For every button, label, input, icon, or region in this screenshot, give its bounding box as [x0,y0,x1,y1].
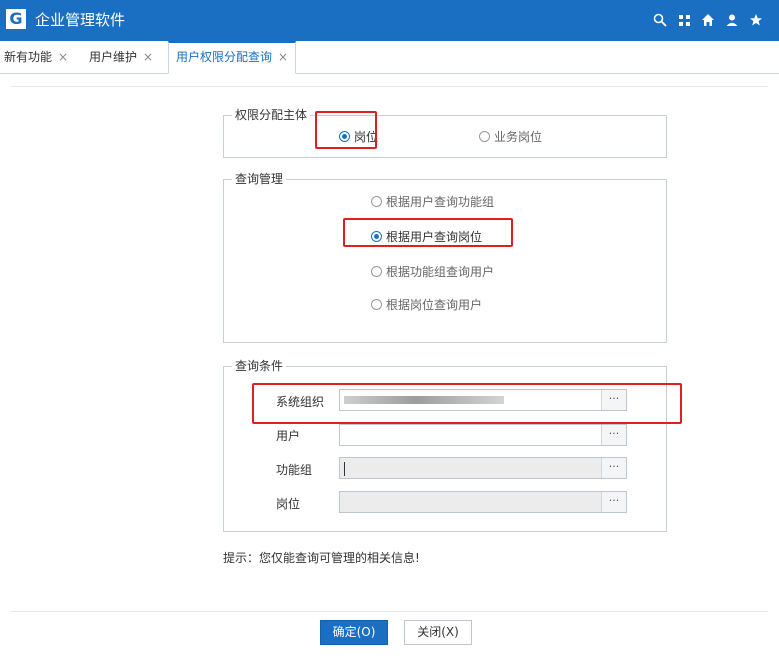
close-icon[interactable]: × [58,50,68,64]
radio-label: 根据用户查询功能组 [386,195,495,209]
highlight-box [252,383,682,424]
app-title: 企业管理软件 [35,11,126,29]
post-field[interactable]: ··· [339,491,627,513]
radio-label: 根据岗位查询用户 [386,298,483,312]
ellipsis-button[interactable]: ··· [601,492,626,512]
tab-label: 用户维护 [89,50,138,64]
field-label-post: 岗位 [276,497,301,511]
group-legend: 查询管理 [232,172,287,186]
subject-group: 权限分配主体 岗位 业务岗位 [223,108,667,158]
divider [10,611,768,612]
radio-button[interactable] [371,266,382,277]
radio-label: 业务岗位 [494,130,543,144]
close-button[interactable]: 关闭(X) [404,620,472,645]
tab-label: 新有功能 [4,50,53,64]
highlight-box [315,111,377,149]
divider [10,86,768,87]
group-legend: 权限分配主体 [232,108,311,122]
radio-button[interactable] [371,196,382,207]
radio-post-query-user[interactable]: 根据岗位查询用户 [371,296,482,313]
hint-text: 提示：您仅能查询可管理的相关信息! [223,551,420,565]
text-cursor [344,462,345,476]
radio-user-query-funcgroup[interactable]: 根据用户查询功能组 [371,193,494,210]
close-icon[interactable]: × [278,50,288,64]
tab-bar: 新有功能 × 用户维护 × 用户权限分配查询 × [0,41,779,74]
radio-button[interactable] [371,299,382,310]
close-icon[interactable]: × [143,50,153,64]
app-header: G 企业管理软件 [0,0,779,41]
group-legend: 查询条件 [232,359,287,373]
radio-label: 根据功能组查询用户 [386,265,495,279]
tab-new-features[interactable]: 新有功能 × [4,41,68,73]
tab-user-permission-query[interactable]: 用户权限分配查询 × [168,41,297,74]
user-icon[interactable] [723,10,741,30]
radio-business-post[interactable]: 业务岗位 [479,128,542,145]
field-label-funcgroup: 功能组 [276,463,313,477]
radio-funcgroup-query-user[interactable]: 根据功能组查询用户 [371,263,494,280]
header-toolbar [651,10,765,30]
star-icon[interactable] [747,10,765,30]
field-label-user: 用户 [276,429,301,443]
query-mgmt-group: 查询管理 根据用户查询功能组 根据用户查询岗位 根据功能组查询用户 根据岗位查询… [223,172,667,343]
tab-label: 用户权限分配查询 [176,50,273,64]
grid-icon[interactable] [675,10,693,30]
funcgroup-field[interactable]: ··· [339,457,627,479]
tab-user-maintenance[interactable]: 用户维护 × [89,41,153,73]
radio-button[interactable] [479,131,490,142]
search-icon[interactable] [651,10,669,30]
user-field[interactable]: ··· [339,424,627,446]
home-icon[interactable] [699,10,717,30]
ok-button[interactable]: 确定(O) [320,620,388,645]
highlight-box [343,218,513,247]
ellipsis-button[interactable]: ··· [601,458,626,478]
ellipsis-button[interactable]: ··· [601,425,626,445]
app-logo: G [6,9,26,29]
